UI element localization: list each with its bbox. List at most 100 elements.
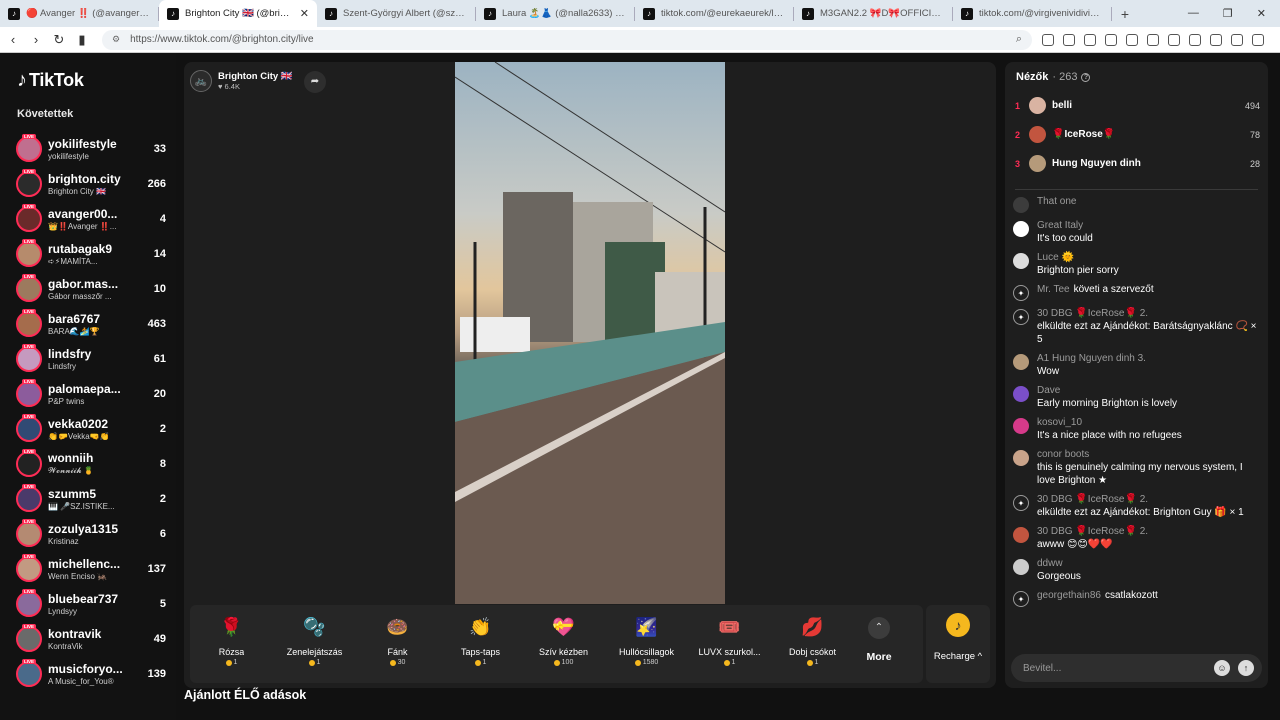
help-icon[interactable]: ?	[1081, 72, 1091, 82]
top-viewer-row[interactable]: 3 Hung Nguyen dinh 28	[1015, 149, 1260, 178]
extension-icon[interactable]	[1126, 33, 1138, 46]
host-avatar[interactable]: 🚲	[190, 70, 212, 92]
gift-item[interactable]: 🫧 Zenelejátszás 1	[273, 605, 356, 683]
avatar[interactable]: LIVE	[16, 378, 42, 407]
tiktok-logo[interactable]: ♪ TikTok	[17, 69, 84, 92]
chat-username[interactable]: Great Italy	[1037, 219, 1263, 232]
following-item[interactable]: LIVE brighton.city Brighton City 🇬🇧 266	[16, 166, 166, 201]
gift-item[interactable]: 🌹 Rózsa 1	[190, 605, 273, 683]
avatar[interactable]: ✦	[1013, 309, 1029, 325]
avatar[interactable]: LIVE	[16, 133, 42, 162]
top-viewer-row[interactable]: 1 belli 494	[1015, 91, 1260, 120]
browser-tab[interactable]: ♪ Laura 🏝️👗 (@nalla2633) ÉLŐ a	[476, 0, 634, 27]
avatar[interactable]: LIVE	[16, 658, 42, 687]
avatar[interactable]	[1013, 386, 1029, 402]
avatar[interactable]	[1029, 126, 1046, 143]
extension-icon[interactable]	[1210, 33, 1222, 46]
more-gifts-button[interactable]: ⌃ More	[854, 605, 904, 683]
following-item[interactable]: LIVE michellenc... Wenn Enciso 🦗 137	[16, 551, 166, 586]
browser-tab[interactable]: ♪ tiktok.com/@eurekaeurek/live	[635, 0, 793, 27]
extension-icon[interactable]	[1147, 33, 1159, 46]
browser-tab[interactable]: ♪ 🔴 Avanger ‼️ (@avangerO...	[0, 0, 158, 27]
extension-icon[interactable]	[1252, 33, 1264, 46]
following-item[interactable]: LIVE kontravik KontraVik 49	[16, 621, 166, 656]
new-tab-button[interactable]: +	[1112, 6, 1138, 22]
browser-tab[interactable]: ♪ tiktok.com/@virgivenividivici/live	[953, 0, 1111, 27]
following-item[interactable]: LIVE bara6767 BARA🌊🏄🏆 463	[16, 306, 166, 341]
site-info-icon[interactable]: ⚙	[112, 34, 120, 45]
url-field[interactable]: ⚙ https://www.tiktok.com/@brighton.city/…	[102, 29, 1032, 50]
extension-icon[interactable]	[1084, 33, 1096, 46]
avatar[interactable]	[1013, 450, 1029, 466]
share-icon[interactable]: ➦	[304, 71, 326, 93]
forward-icon[interactable]: ›	[26, 32, 46, 47]
chat-username[interactable]: A1 Hung Nguyen dinh 3.	[1037, 352, 1263, 365]
chat-username[interactable]: georgethain86	[1037, 589, 1101, 602]
avatar[interactable]	[1013, 418, 1029, 434]
avatar[interactable]: LIVE	[16, 343, 42, 372]
following-item[interactable]: LIVE wonniih 𝓦𝓸𝓷𝓷𝓲𝓲𝓱 🍍 8	[16, 446, 166, 481]
gift-item[interactable]: 🎟️ LUVX szurkol... 1	[688, 605, 771, 683]
reload-icon[interactable]: ↻	[49, 32, 69, 48]
extension-icon[interactable]	[1105, 33, 1117, 46]
avatar[interactable]: LIVE	[16, 413, 42, 442]
following-item[interactable]: LIVE zozulya1315 Kristinaz 6	[16, 516, 166, 551]
avatar[interactable]: LIVE	[16, 518, 42, 547]
following-item[interactable]: LIVE rutabagak9 ➪⚡MAMÍTA... 14	[16, 236, 166, 271]
restore-icon[interactable]: ❐	[1223, 7, 1233, 20]
chat-username[interactable]: Luce 🌞	[1037, 251, 1263, 264]
following-item[interactable]: LIVE palomaepa... P&P twins 20	[16, 376, 166, 411]
extension-icon[interactable]	[1189, 33, 1201, 46]
chat-username[interactable]: 30 DBG 🌹IceRose🌹 2.	[1037, 525, 1263, 538]
avatar[interactable]: ✦	[1013, 591, 1029, 607]
extension-icon[interactable]	[1042, 33, 1054, 46]
avatar[interactable]	[1029, 97, 1046, 114]
chat-username[interactable]: 30 DBG 🌹IceRose🌹 2.	[1037, 307, 1263, 320]
browser-tab[interactable]: ♪ M3GAN2.2 🎀D🎀OFFICIAL (@	[794, 0, 952, 27]
bookmark-icon[interactable]: ▮	[72, 32, 92, 48]
avatar[interactable]: ✦	[1013, 495, 1029, 511]
avatar[interactable]	[1013, 253, 1029, 269]
following-item[interactable]: LIVE lindsfry Lindsfry 61	[16, 341, 166, 376]
extension-icon[interactable]	[1168, 33, 1180, 46]
avatar[interactable]: LIVE	[16, 203, 42, 232]
gift-item[interactable]: 🌠 Hullócsillagok 1580	[605, 605, 688, 683]
chat-input[interactable]	[1023, 662, 1214, 674]
following-item[interactable]: LIVE bluebear737 Lyndsyy 5	[16, 586, 166, 621]
avatar[interactable]	[1013, 221, 1029, 237]
close-window-icon[interactable]: ✕	[1257, 7, 1266, 20]
chat-username[interactable]: Mr. Tee	[1037, 283, 1070, 296]
zoom-icon[interactable]: ⌕	[1016, 33, 1022, 46]
following-item[interactable]: LIVE gabor.mas... Gábor masszőr ... 10	[16, 271, 166, 306]
avatar[interactable]: LIVE	[16, 308, 42, 337]
browser-tab[interactable]: ♪ Brighton City 🇬🇧 (@brighton.cit ✕	[159, 0, 317, 27]
chat-username[interactable]: Dave	[1037, 384, 1263, 397]
gift-item[interactable]: 🍩 Fánk 30	[356, 605, 439, 683]
minimize-icon[interactable]: —	[1188, 7, 1199, 20]
avatar[interactable]: LIVE	[16, 448, 42, 477]
avatar[interactable]: LIVE	[16, 483, 42, 512]
following-item[interactable]: LIVE musicforyo... A Music_for_You® 139	[16, 656, 166, 691]
gift-item[interactable]: 👏 Taps-taps 1	[439, 605, 522, 683]
avatar[interactable]	[1013, 197, 1029, 213]
following-item[interactable]: LIVE szumm5 🎹 🎤SZ.ISTIKE... 2	[16, 481, 166, 516]
extension-icon[interactable]	[1231, 33, 1243, 46]
following-item[interactable]: LIVE vekka0202 👏🤛Vekka🤜👏 2	[16, 411, 166, 446]
emoji-icon[interactable]: ☺	[1214, 660, 1230, 676]
chat-username[interactable]: ddww	[1037, 557, 1263, 570]
avatar[interactable]: LIVE	[16, 588, 42, 617]
extension-icon[interactable]	[1063, 33, 1075, 46]
gift-item[interactable]: 💋 Dobj csókot 1	[771, 605, 854, 683]
avatar[interactable]: ✦	[1013, 285, 1029, 301]
avatar[interactable]: LIVE	[16, 168, 42, 197]
following-item[interactable]: LIVE avanger00... 👑‼️Avanger ‼️... 4	[16, 201, 166, 236]
avatar[interactable]	[1029, 155, 1046, 172]
chat-username[interactable]: 30 DBG 🌹IceRose🌹 2.	[1037, 493, 1263, 506]
recharge-button[interactable]: ♪ Recharge ^	[926, 605, 990, 683]
avatar[interactable]: LIVE	[16, 553, 42, 582]
host-name[interactable]: Brighton City 🇬🇧	[218, 71, 293, 82]
avatar[interactable]: LIVE	[16, 273, 42, 302]
avatar[interactable]	[1013, 527, 1029, 543]
browser-tab[interactable]: ♪ Szent-Györgyi Albert (@szentgya1	[317, 0, 475, 27]
chat-username[interactable]: kosovi_10	[1037, 416, 1263, 429]
